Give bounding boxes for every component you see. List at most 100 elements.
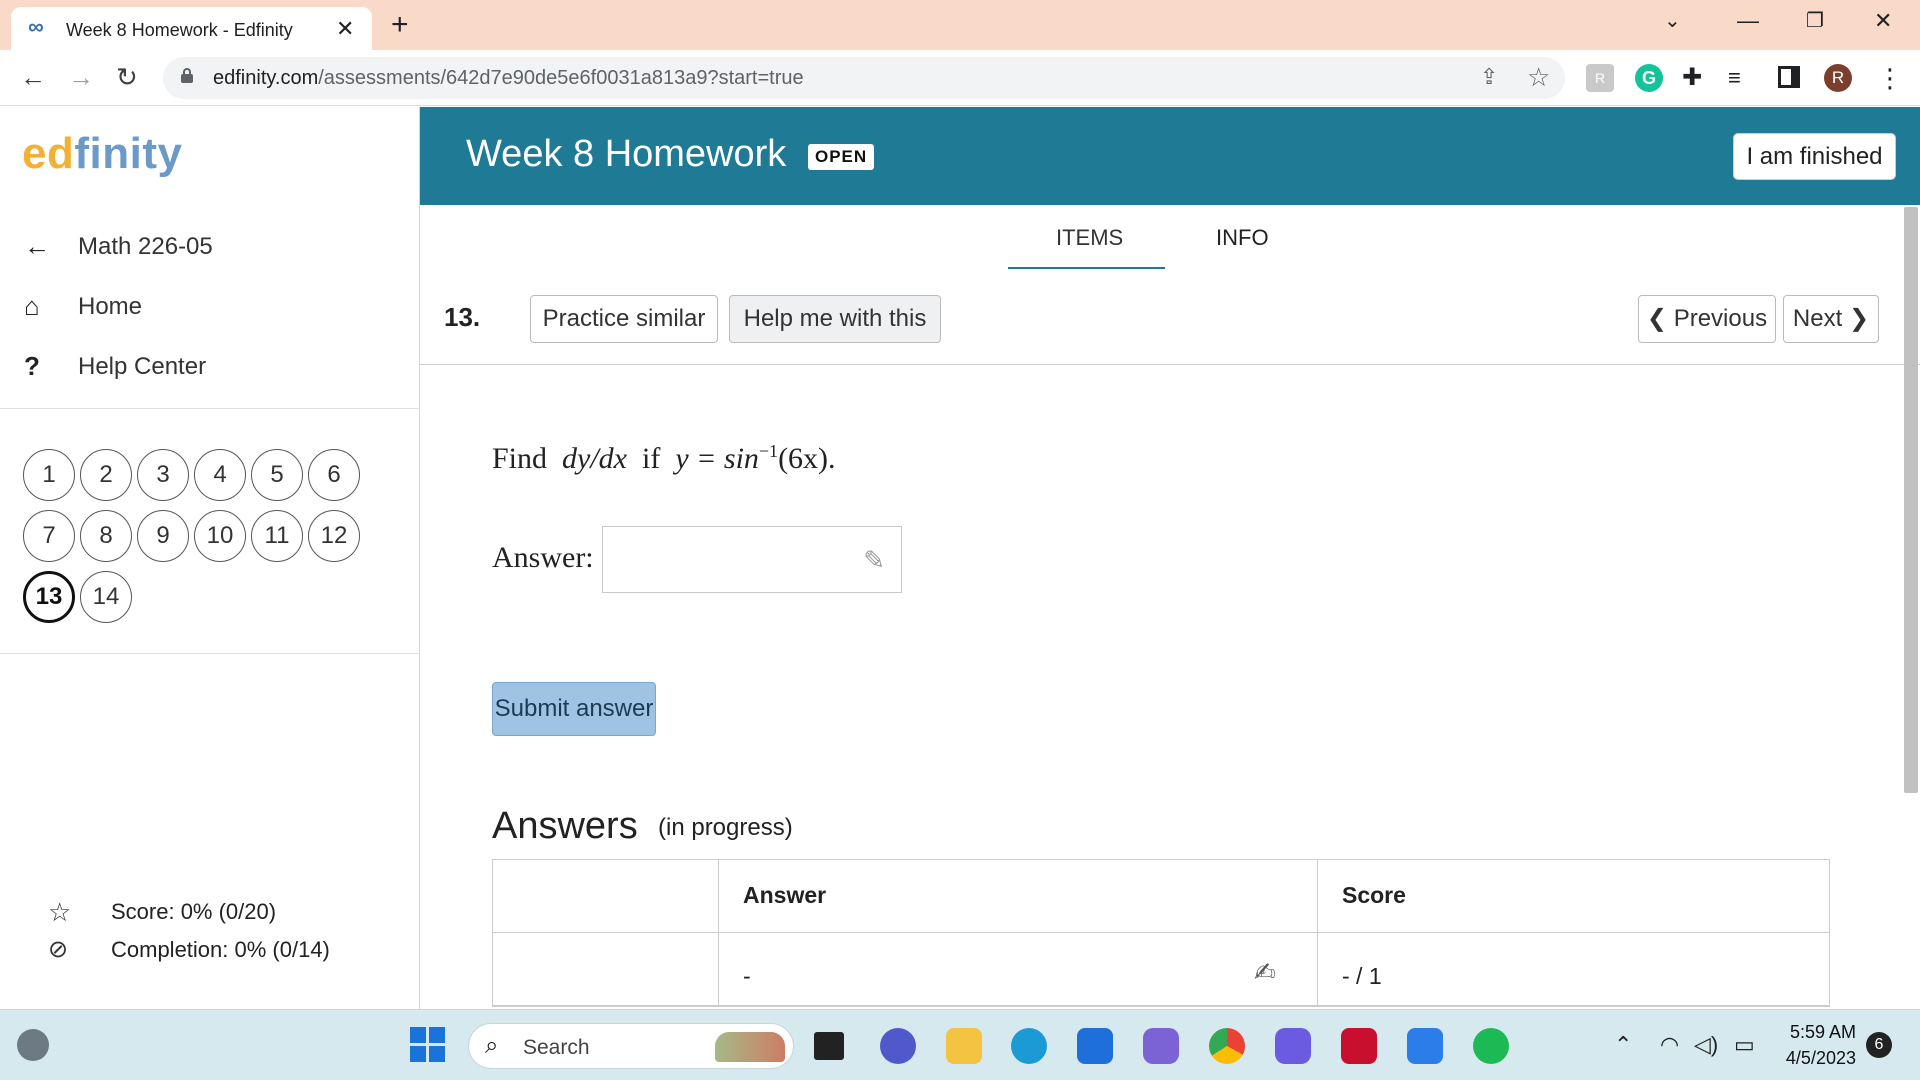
question-nav-button[interactable]: 3 bbox=[137, 449, 189, 501]
finish-button[interactable]: I am finished bbox=[1733, 133, 1896, 180]
check-circle-icon: ⊘ bbox=[48, 936, 69, 963]
question-nav-button[interactable]: 2 bbox=[80, 449, 132, 501]
clock-date[interactable]: 4/5/2023 bbox=[1776, 1048, 1856, 1069]
question-nav-button[interactable]: 11 bbox=[251, 510, 303, 562]
mail-icon[interactable] bbox=[1407, 1028, 1443, 1064]
answer-label: Answer: bbox=[492, 541, 594, 574]
question-nav-button[interactable]: 9 bbox=[137, 510, 189, 562]
divider bbox=[0, 653, 420, 654]
address-bar[interactable]: edfinity.com/assessments/642d7e90de5e6f0… bbox=[163, 57, 1565, 99]
windows-start-icon[interactable] bbox=[410, 1027, 446, 1063]
status-badge: OPEN bbox=[808, 144, 875, 170]
tab-items[interactable]: ITEMS bbox=[1056, 225, 1123, 251]
pencil-icon[interactable]: ✎ bbox=[863, 545, 885, 576]
question-nav-button[interactable]: 6 bbox=[308, 449, 360, 501]
table-header-row: Answer Score bbox=[493, 860, 1829, 933]
sidebar-item-label: Math 226-05 bbox=[78, 233, 213, 260]
spotify-icon[interactable] bbox=[1473, 1028, 1509, 1064]
copilot-alt-icon[interactable] bbox=[1275, 1028, 1311, 1064]
tab-info[interactable]: INFO bbox=[1216, 225, 1269, 251]
answers-subheading: (in progress) bbox=[658, 814, 793, 841]
wifi-icon[interactable]: ◠ bbox=[1660, 1032, 1679, 1058]
feedback-icon[interactable]: ✍ bbox=[1254, 957, 1276, 988]
close-tab-icon[interactable]: ✕ bbox=[336, 16, 354, 42]
url-text: edfinity.com/assessments/642d7e90de5e6f0… bbox=[213, 67, 804, 89]
question-nav-button[interactable]: 5 bbox=[251, 449, 303, 501]
restore-icon[interactable]: ❐ bbox=[1806, 8, 1824, 33]
table-cell bbox=[493, 933, 719, 1005]
teams-chat-icon[interactable] bbox=[880, 1028, 916, 1064]
active-tab-indicator bbox=[1008, 267, 1165, 269]
sidebar-item-label: Help Center bbox=[78, 353, 207, 380]
close-window-icon[interactable]: ✕ bbox=[1874, 8, 1892, 34]
minimize-icon[interactable]: — bbox=[1737, 8, 1759, 34]
previous-button[interactable]: ❮ Previous bbox=[1638, 295, 1776, 343]
edge-browser-icon[interactable] bbox=[1011, 1028, 1047, 1064]
question-nav-button[interactable]: 4 bbox=[194, 449, 246, 501]
extensions-puzzle-icon[interactable]: ✚ bbox=[1682, 64, 1710, 92]
chrome-icon[interactable] bbox=[1209, 1028, 1245, 1064]
search-icon: ⌕ bbox=[485, 1032, 499, 1059]
back-icon[interactable]: ← bbox=[20, 62, 46, 93]
grammarly-icon[interactable]: G bbox=[1635, 64, 1663, 92]
table-header-cell: Answer bbox=[719, 860, 1318, 932]
search-highlight-icon bbox=[715, 1032, 785, 1062]
browser-tab-title: Week 8 Homework - Edfinity bbox=[66, 20, 293, 40]
chevron-up-icon[interactable]: ⌃ bbox=[1614, 1032, 1632, 1058]
forward-icon[interactable]: → bbox=[68, 62, 94, 93]
side-panel-icon[interactable] bbox=[1778, 66, 1800, 88]
question-number: 13. bbox=[444, 302, 481, 332]
answer-input[interactable]: ✎ bbox=[602, 526, 902, 593]
question-icon: ? bbox=[24, 351, 40, 381]
question-nav-button[interactable]: 7 bbox=[23, 510, 75, 562]
bookmark-star-icon[interactable]: ☆ bbox=[1527, 62, 1550, 93]
question-nav-button[interactable]: 10 bbox=[194, 510, 246, 562]
main-content: ITEMS INFO 13. Practice similar Help me … bbox=[420, 205, 1920, 1009]
mcafee-icon[interactable] bbox=[1341, 1028, 1377, 1064]
question-nav-button[interactable]: 13 bbox=[23, 571, 75, 623]
tab-search-chevron-icon[interactable]: ⌄ bbox=[1664, 8, 1681, 33]
table-cell: - / 1 bbox=[1342, 963, 1382, 989]
sidebar: edfinity ← Math 226-05 ⌂ Home ? Help Cen… bbox=[0, 107, 420, 1009]
chevron-left-icon: ❮ bbox=[1646, 305, 1668, 332]
question-nav-button[interactable]: 8 bbox=[80, 510, 132, 562]
divider bbox=[0, 408, 420, 409]
battery-icon[interactable]: ▭ bbox=[1734, 1032, 1755, 1058]
browser-tab[interactable]: ∞ Week 8 Homework - Edfinity ✕ bbox=[11, 7, 372, 50]
edfinity-logo[interactable]: edfinity bbox=[22, 129, 182, 179]
microsoft-store-icon[interactable] bbox=[1077, 1028, 1113, 1064]
vertical-scrollbar[interactable] bbox=[1904, 207, 1918, 793]
reload-icon[interactable]: ↻ bbox=[116, 62, 138, 93]
next-button[interactable]: Next ❯ bbox=[1783, 295, 1879, 343]
submit-answer-button[interactable]: Submit answer bbox=[492, 682, 656, 736]
divider bbox=[420, 364, 1920, 365]
lock-icon[interactable] bbox=[181, 68, 193, 83]
extension-icon[interactable]: R bbox=[1586, 64, 1614, 92]
help-me-button[interactable]: Help me with this bbox=[729, 295, 941, 343]
chevron-right-icon: ❯ bbox=[1848, 305, 1870, 332]
task-view-icon[interactable] bbox=[814, 1032, 844, 1060]
copilot-icon[interactable] bbox=[1143, 1028, 1179, 1064]
question-nav-button[interactable]: 12 bbox=[308, 510, 360, 562]
browser-menu-icon[interactable]: ⋮ bbox=[1877, 64, 1903, 92]
taskbar-search[interactable]: ⌕ Search bbox=[468, 1023, 794, 1069]
media-control-icon[interactable]: ≡ bbox=[1728, 64, 1756, 92]
volume-icon[interactable]: ◁) bbox=[1694, 1032, 1718, 1058]
share-icon[interactable]: ⇪ bbox=[1480, 64, 1498, 90]
profile-avatar[interactable]: R bbox=[1824, 64, 1852, 92]
home-icon: ⌂ bbox=[24, 291, 40, 321]
question-nav-button[interactable]: 1 bbox=[23, 449, 75, 501]
file-explorer-icon[interactable] bbox=[946, 1028, 982, 1064]
weather-widget-icon[interactable] bbox=[17, 1029, 49, 1061]
table-header-cell bbox=[493, 860, 719, 932]
table-cell: - ✍ bbox=[719, 933, 1318, 1005]
question-nav-button[interactable]: 14 bbox=[80, 571, 132, 623]
notification-badge[interactable]: 6 bbox=[1866, 1032, 1892, 1058]
practice-similar-button[interactable]: Practice similar bbox=[530, 295, 718, 343]
browser-tab-strip: ∞ Week 8 Homework - Edfinity ✕ + ⌄ — ❐ ✕ bbox=[0, 0, 1920, 50]
star-outline-icon: ☆ bbox=[48, 897, 72, 927]
new-tab-icon[interactable]: + bbox=[391, 8, 409, 42]
answers-heading: Answers bbox=[492, 805, 638, 847]
clock-time[interactable]: 5:59 AM bbox=[1776, 1022, 1856, 1043]
answers-table: Answer Score - ✍ - / 1 bbox=[492, 859, 1830, 1007]
